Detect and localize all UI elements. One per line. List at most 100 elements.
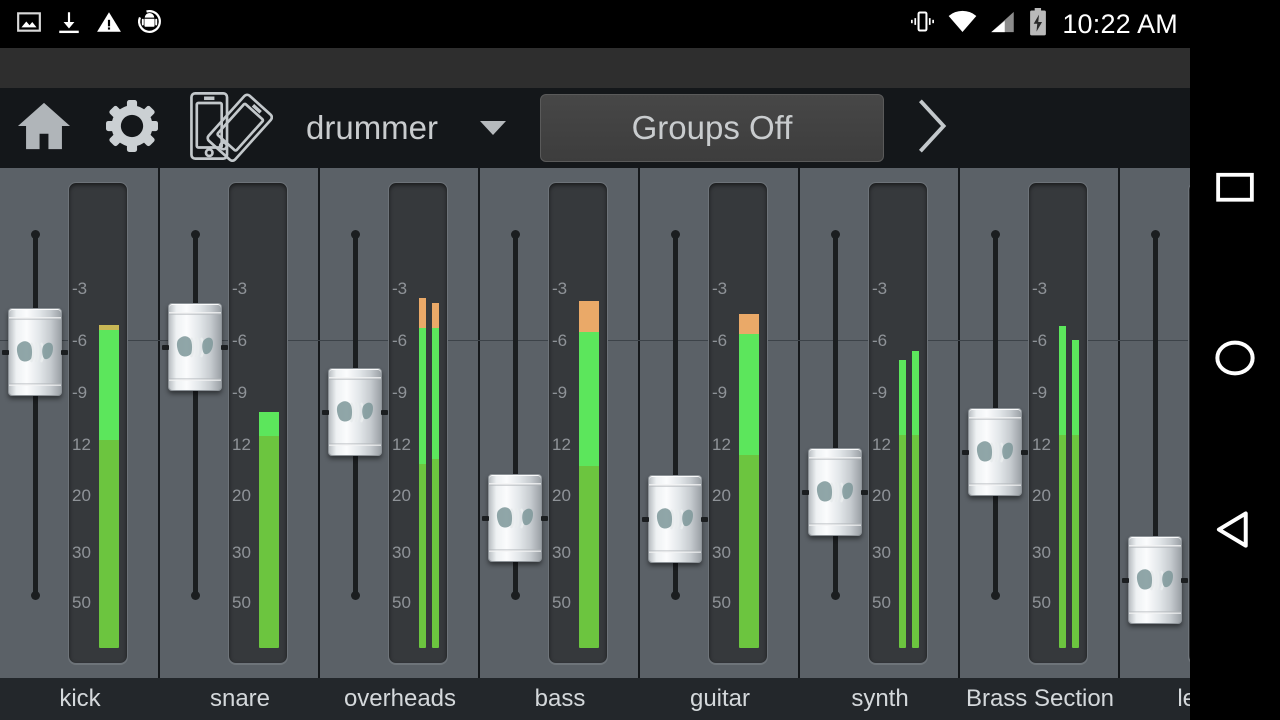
meter-scale-label: 20 bbox=[72, 486, 91, 505]
channel-body: -3-6-912203050 bbox=[480, 168, 640, 678]
channel-name-strip[interactable]: guitar bbox=[640, 678, 800, 720]
home-button-nav[interactable] bbox=[1205, 330, 1265, 390]
level-meter-bar bbox=[1072, 340, 1079, 648]
channel-body: -3-6-912203050 bbox=[800, 168, 960, 678]
android-nav-bar bbox=[1190, 0, 1280, 720]
meter-scale-label: 30 bbox=[232, 543, 251, 562]
level-meter-bright-segment bbox=[912, 351, 919, 435]
fader-logo-icon bbox=[16, 341, 53, 363]
knob-notch-right bbox=[1021, 450, 1028, 455]
android-sync-icon bbox=[136, 8, 163, 40]
fader-knob[interactable] bbox=[1122, 536, 1188, 624]
next-page-button[interactable] bbox=[914, 97, 950, 160]
fader-knob[interactable] bbox=[322, 368, 388, 456]
channel-name-label: kick bbox=[59, 685, 101, 712]
channel-name-strip[interactable]: bass bbox=[480, 678, 640, 720]
level-meter-peak-segment bbox=[99, 325, 119, 330]
fader-knob[interactable] bbox=[2, 308, 68, 396]
fader-knob[interactable] bbox=[482, 474, 548, 562]
fader-knob[interactable] bbox=[162, 303, 228, 391]
channel-name-label: bass bbox=[534, 685, 586, 712]
meter-scale-label: 30 bbox=[552, 543, 571, 562]
sub-strip bbox=[0, 48, 1190, 88]
level-meter-bright-segment bbox=[432, 328, 439, 459]
channel-name-strip[interactable]: kick bbox=[0, 678, 160, 720]
meter-scale-label: -9 bbox=[72, 383, 88, 402]
groups-toggle-button[interactable]: Groups Off bbox=[540, 94, 885, 162]
meter-scale-label: 20 bbox=[1032, 486, 1051, 505]
meter-scale-label: 30 bbox=[392, 543, 411, 562]
knob-notch-left bbox=[642, 517, 649, 522]
meter-scale-label: 50 bbox=[552, 593, 571, 612]
fader-logo-icon bbox=[1136, 569, 1173, 591]
meter-scale-label: 20 bbox=[392, 486, 411, 505]
level-meters bbox=[419, 183, 447, 663]
recents-square-icon bbox=[1213, 166, 1257, 215]
recents-button[interactable] bbox=[1205, 160, 1265, 220]
status-bar: 10:22 AM bbox=[0, 0, 1190, 48]
meter-scale-label: 50 bbox=[872, 593, 891, 612]
level-meter-bar bbox=[99, 325, 119, 648]
meter-scale-label: -3 bbox=[1032, 279, 1048, 298]
meter-scale-label: 50 bbox=[392, 593, 411, 612]
channel-body: -3-6-912203050 bbox=[1120, 168, 1190, 678]
mixer-channel: -3 -6 -9 12 20 30 50 kick bbox=[0, 168, 160, 720]
channel-body: -3-6-912203050 bbox=[640, 168, 800, 678]
knob-notch-right bbox=[221, 345, 228, 350]
channel-name-strip[interactable]: Brass Section bbox=[960, 678, 1120, 720]
fader-track[interactable] bbox=[31, 230, 40, 600]
rotate-device-button[interactable] bbox=[176, 88, 284, 168]
chevron-down-icon[interactable] bbox=[480, 121, 507, 135]
meter-scale-label: 12 bbox=[72, 435, 91, 454]
meter-scale-label: -6 bbox=[552, 331, 568, 350]
back-triangle-icon bbox=[1212, 505, 1258, 556]
fader-track[interactable] bbox=[191, 230, 200, 600]
knob-notch-right bbox=[541, 516, 548, 521]
fader-track[interactable] bbox=[831, 230, 840, 600]
photo-icon bbox=[16, 9, 42, 40]
meter-scale-label: 20 bbox=[872, 486, 891, 505]
knob-notch-right bbox=[1181, 578, 1188, 583]
level-meter-bright-segment bbox=[579, 332, 599, 466]
channel-name-strip[interactable]: synth bbox=[800, 678, 960, 720]
home-button[interactable] bbox=[0, 88, 88, 168]
meter-scale-label: 50 bbox=[72, 593, 91, 612]
meter-scale-label: 20 bbox=[712, 486, 731, 505]
channel-body: -3-6-912203050 bbox=[160, 168, 320, 678]
meter-scale-label: -3 bbox=[712, 279, 728, 298]
channel-name-label: Brass Section bbox=[965, 685, 1115, 712]
meter-scale-label: 30 bbox=[72, 543, 91, 562]
download-icon bbox=[56, 9, 82, 40]
knob-notch-right bbox=[381, 410, 388, 415]
fader-knob[interactable] bbox=[802, 448, 868, 536]
channel-body: -3-6-912203050 bbox=[0, 168, 160, 678]
groups-toggle-label: Groups Off bbox=[631, 109, 793, 146]
channel-name-strip[interactable]: lead bbox=[1120, 678, 1190, 720]
channel-name-strip[interactable]: snare bbox=[160, 678, 320, 720]
back-button[interactable] bbox=[1205, 500, 1265, 560]
mixer-channel: -3 -6 -9 12 20 30 50 snare bbox=[160, 168, 320, 720]
level-meter-bar bbox=[899, 360, 906, 648]
meter-scale-label: -3 bbox=[872, 279, 888, 298]
mixer-strip-container: -3 -6 -9 12 20 30 50 kick -3 -6 -9 12 20 30 50 snare -3-… bbox=[0, 168, 1190, 720]
level-meter-well: -3 -6 -9 12 20 30 50 bbox=[1028, 182, 1088, 664]
level-meter-well: -3 -6 -9 12 20 30 50 bbox=[388, 182, 448, 664]
fader-knob[interactable] bbox=[962, 408, 1028, 496]
fader-logo-icon bbox=[176, 336, 213, 358]
project-name[interactable]: drummer bbox=[284, 109, 438, 147]
channel-name-label: overheads bbox=[343, 685, 457, 712]
level-meter-well: -3 -6 -9 12 20 30 50 bbox=[68, 182, 128, 664]
meter-scale-label: 20 bbox=[552, 486, 571, 505]
level-meter-well: -3 -6 -9 12 20 30 50 bbox=[868, 182, 928, 664]
warning-icon bbox=[96, 9, 122, 40]
meter-scale-label: -9 bbox=[712, 383, 728, 402]
fader-knob[interactable] bbox=[642, 475, 708, 563]
level-meter-bar bbox=[419, 298, 426, 648]
channel-name-strip[interactable]: overheads bbox=[320, 678, 480, 720]
knob-notch-right bbox=[61, 350, 68, 355]
mixer-channel: -3 -6 -9 12 20 30 50 synth bbox=[800, 168, 960, 720]
level-meter-bright-segment bbox=[899, 360, 906, 435]
level-meter-well: -3 -6 -9 12 20 30 50 bbox=[708, 182, 768, 664]
settings-button[interactable] bbox=[88, 88, 176, 168]
knob-notch-left bbox=[162, 345, 169, 350]
